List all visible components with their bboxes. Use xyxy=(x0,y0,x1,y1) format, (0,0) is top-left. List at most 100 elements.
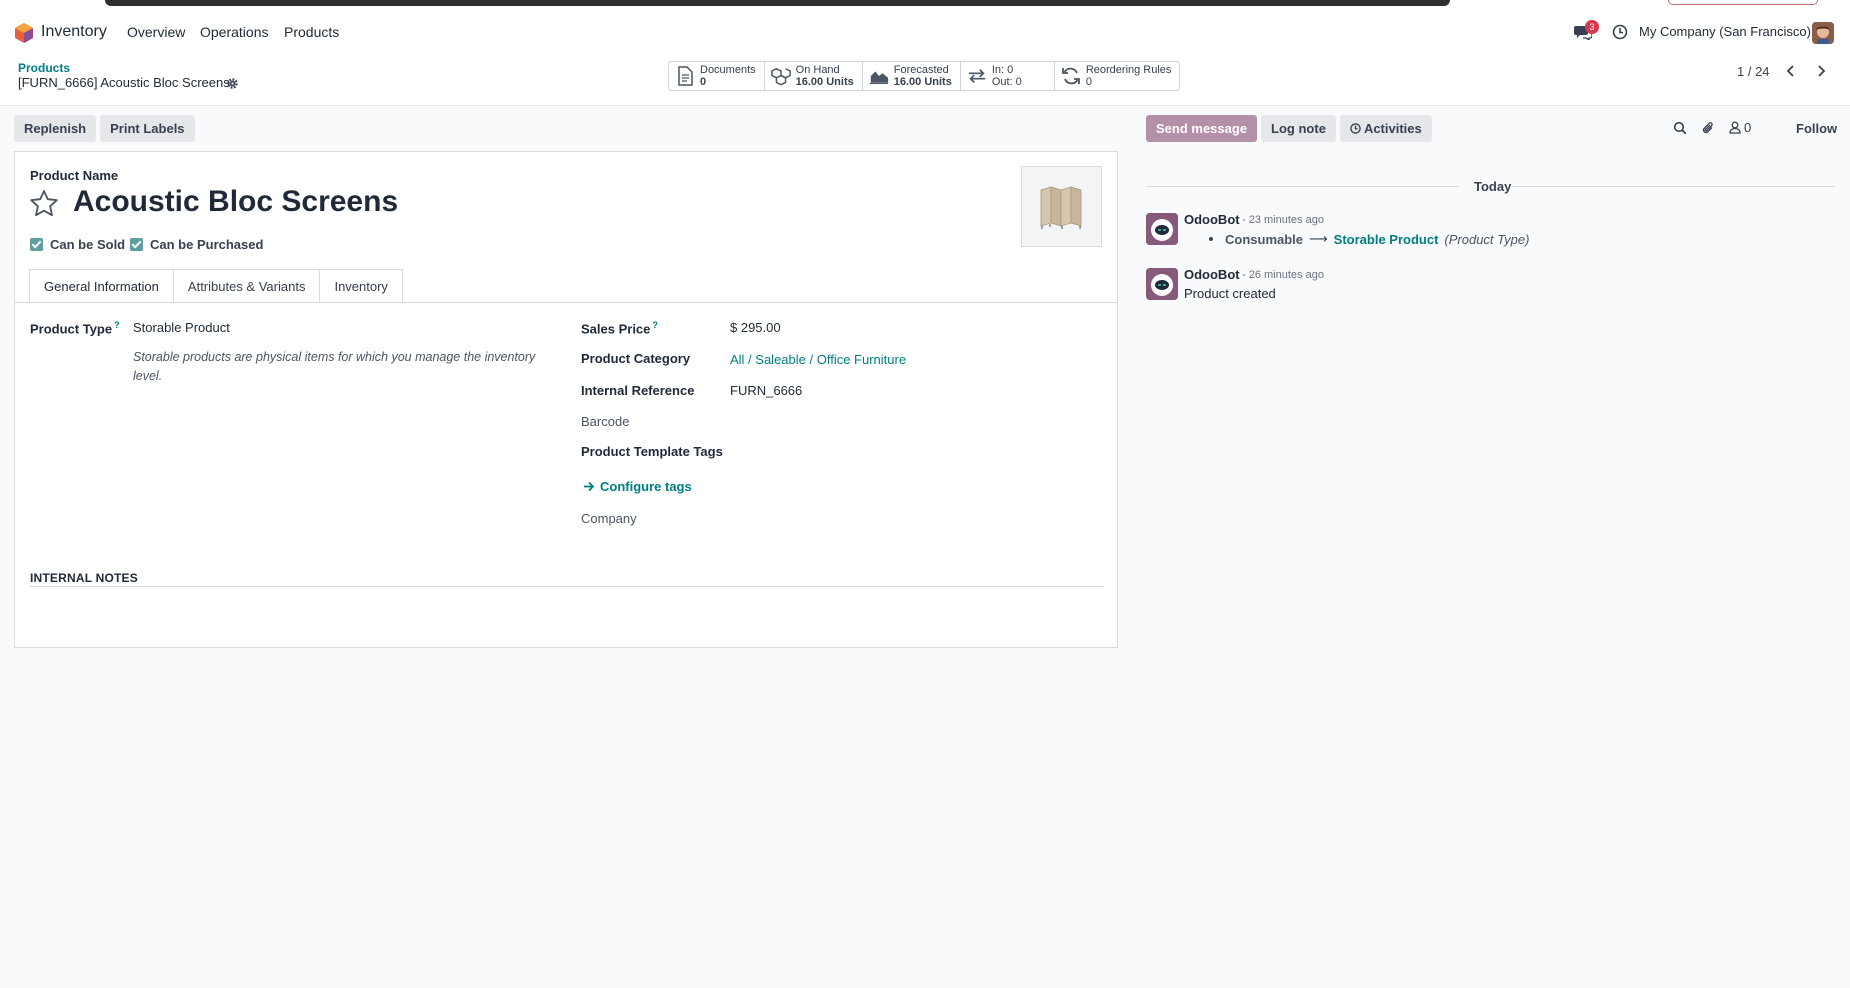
product-template-tags-label: Product Template Tags xyxy=(581,444,723,459)
company-switcher[interactable]: My Company (San Francisco) xyxy=(1639,24,1811,39)
documents-count: 0 xyxy=(700,76,707,88)
clock-icon[interactable] xyxy=(1612,24,1628,40)
chatter-tools: 0 xyxy=(1673,120,1751,135)
tab-general-information[interactable]: General Information xyxy=(29,269,174,303)
odoobot-avatar[interactable] xyxy=(1146,213,1178,245)
on-hand-value: 16.00 Units xyxy=(795,76,854,88)
top-navbar: Inventory Overview Operations Products 3… xyxy=(0,11,1850,54)
sales-price-label-text: Sales Price xyxy=(581,321,651,337)
menu-products[interactable]: Products xyxy=(284,24,339,40)
gear-icon[interactable] xyxy=(226,77,239,90)
browser-strip xyxy=(0,0,1850,11)
checkbox-checked-icon xyxy=(30,238,43,251)
user-face-icon xyxy=(1812,22,1834,44)
reordering-count: 0 xyxy=(1085,76,1092,88)
message-author[interactable]: OdooBot xyxy=(1184,267,1240,282)
configure-tags-link[interactable]: Configure tags xyxy=(583,479,692,494)
print-labels-button[interactable]: Print Labels xyxy=(100,115,195,142)
exchange-icon xyxy=(968,69,986,83)
product-name-field[interactable]: Acoustic Bloc Screens xyxy=(73,185,398,219)
can-be-purchased-label: Can be Purchased xyxy=(150,237,264,252)
smart-button-on-hand[interactable]: On Hand 16.00 Units xyxy=(765,62,863,90)
user-icon xyxy=(1729,121,1741,134)
search-icon[interactable] xyxy=(1673,121,1687,135)
smart-button-documents[interactable]: Documents 0 xyxy=(669,62,765,90)
tracking-new-value: Storable Product xyxy=(1333,231,1439,247)
tab-attributes-variants[interactable]: Attributes & Variants xyxy=(172,269,321,303)
pager-previous-button[interactable] xyxy=(1780,62,1802,80)
chevron-left-icon xyxy=(1786,65,1794,77)
configure-tags-text: Configure tags xyxy=(600,479,692,494)
can-be-sold-checkbox[interactable]: Can be Sold xyxy=(30,237,125,252)
clock-icon xyxy=(1350,123,1361,134)
browser-pill xyxy=(1668,0,1818,5)
internal-notes-label: INTERNAL NOTES xyxy=(30,571,138,585)
company-label: Company xyxy=(581,511,637,526)
forecasted-label: Forecasted xyxy=(893,64,949,76)
bullet-icon xyxy=(1209,237,1213,241)
menu-overview[interactable]: Overview xyxy=(127,24,185,40)
message-time: - 26 minutes ago xyxy=(1242,269,1324,281)
help-tooltip-icon[interactable]: ? xyxy=(114,320,120,330)
send-message-button[interactable]: Send message xyxy=(1146,115,1258,142)
can-be-purchased-checkbox[interactable]: Can be Purchased xyxy=(130,237,263,252)
internal-reference-field[interactable]: FURN_6666 xyxy=(730,383,802,398)
pager-value[interactable]: 1 / 24 xyxy=(1737,64,1770,79)
star-icon[interactable] xyxy=(29,189,59,219)
smart-button-reordering-rules[interactable]: Reordering Rules 0 xyxy=(1055,62,1180,90)
checkbox-checked-icon xyxy=(130,238,143,251)
today-divider-left xyxy=(1146,186,1459,187)
sales-price-field[interactable]: $ 295.00 xyxy=(730,320,781,335)
document-icon xyxy=(678,66,693,86)
product-category-field[interactable]: All / Saleable / Office Furniture xyxy=(730,352,906,367)
today-divider-right xyxy=(1510,186,1835,187)
odoobot-avatar[interactable] xyxy=(1146,268,1178,300)
product-type-help: Storable products are physical items for… xyxy=(133,350,536,383)
followers-button[interactable]: 0 xyxy=(1729,120,1751,135)
smart-button-forecasted[interactable]: Forecasted 16.00 Units xyxy=(863,62,961,90)
product-type-field[interactable]: Storable Product xyxy=(133,320,230,335)
smart-button-in-out[interactable]: In: 0 Out: 0 xyxy=(961,62,1055,90)
chatter-actions: Send message Log note Activities xyxy=(1146,115,1432,142)
paperclip-icon[interactable] xyxy=(1701,121,1715,135)
documents-label: Documents xyxy=(700,64,756,76)
tracking-field-name: (Product Type) xyxy=(1444,231,1530,247)
help-tooltip-icon[interactable]: ? xyxy=(652,320,658,330)
product-image[interactable] xyxy=(1021,166,1102,247)
forecasted-value: 16.00 Units xyxy=(893,76,952,88)
internal-reference-label: Internal Reference xyxy=(581,383,695,398)
long-arrow-right-icon: ⟶ xyxy=(1309,231,1328,246)
browser-tab-bar xyxy=(105,0,1450,6)
message-body: Product created xyxy=(1184,286,1276,301)
activities-button[interactable]: Activities xyxy=(1339,115,1432,142)
out-count: Out: 0 xyxy=(991,76,1022,88)
menu-operations[interactable]: Operations xyxy=(200,24,268,40)
pager-next-button[interactable] xyxy=(1810,62,1832,80)
breadcrumb-products[interactable]: Products xyxy=(18,61,70,75)
app-logo-icon[interactable] xyxy=(15,23,33,43)
today-separator: Today xyxy=(1474,179,1512,194)
replenish-button[interactable]: Replenish xyxy=(14,115,97,142)
product-category-label: Product Category xyxy=(581,351,691,366)
user-avatar[interactable] xyxy=(1812,22,1834,44)
cubes-icon xyxy=(770,67,791,86)
form-actions: Replenish Print Labels xyxy=(14,115,195,142)
followers-count: 0 xyxy=(1744,120,1752,135)
tracking-old-value: Consumable xyxy=(1225,231,1304,247)
message-author[interactable]: OdooBot xyxy=(1184,212,1240,227)
log-note-button[interactable]: Log note xyxy=(1261,115,1336,142)
tabs-divider xyxy=(15,302,1117,303)
follow-button[interactable]: Follow xyxy=(1796,121,1837,136)
app-name[interactable]: Inventory xyxy=(41,23,107,41)
product-name-label: Product Name xyxy=(30,168,119,183)
odoobot-icon xyxy=(1146,268,1178,300)
reordering-label: Reordering Rules xyxy=(1085,64,1172,76)
chevron-right-icon xyxy=(1818,65,1826,77)
message-time: - 23 minutes ago xyxy=(1242,214,1324,226)
tab-inventory[interactable]: Inventory xyxy=(319,269,403,303)
tracking-value: Consumable ⟶ Storable Product (Product T… xyxy=(1209,231,1529,247)
arrow-right-icon xyxy=(584,481,595,492)
internal-notes-divider xyxy=(30,586,1103,587)
refresh-icon xyxy=(1061,67,1080,85)
product-type-label-text: Product Type xyxy=(30,321,113,337)
